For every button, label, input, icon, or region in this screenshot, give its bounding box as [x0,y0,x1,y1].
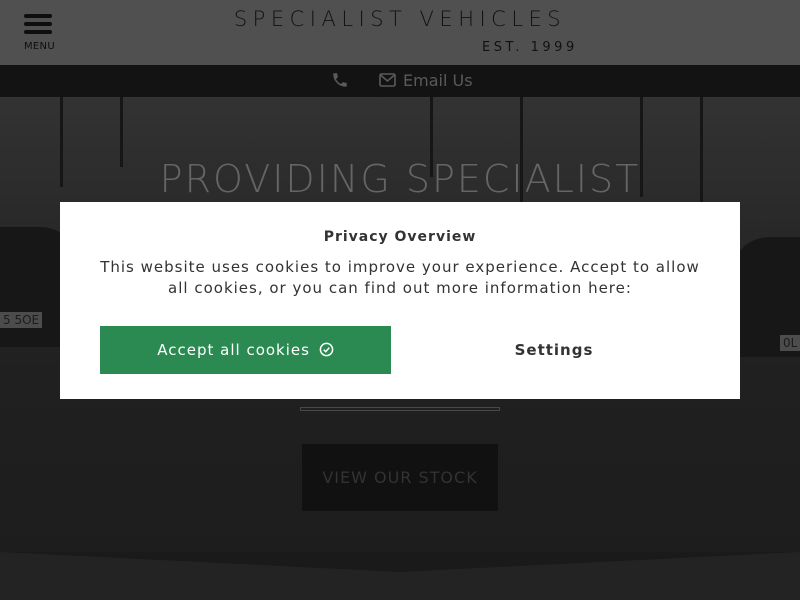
modal-title: Privacy Overview [323,229,477,245]
accept-all-cookies-button[interactable]: Accept all cookies [100,326,391,374]
cookie-consent-modal: Privacy Overview This website uses cooki… [60,202,740,399]
modal-description: This website uses cookies to improve you… [100,258,700,297]
accept-label: Accept all cookies [157,341,310,359]
cookie-settings-button[interactable]: Settings [432,326,676,374]
check-circle-icon [319,342,334,357]
